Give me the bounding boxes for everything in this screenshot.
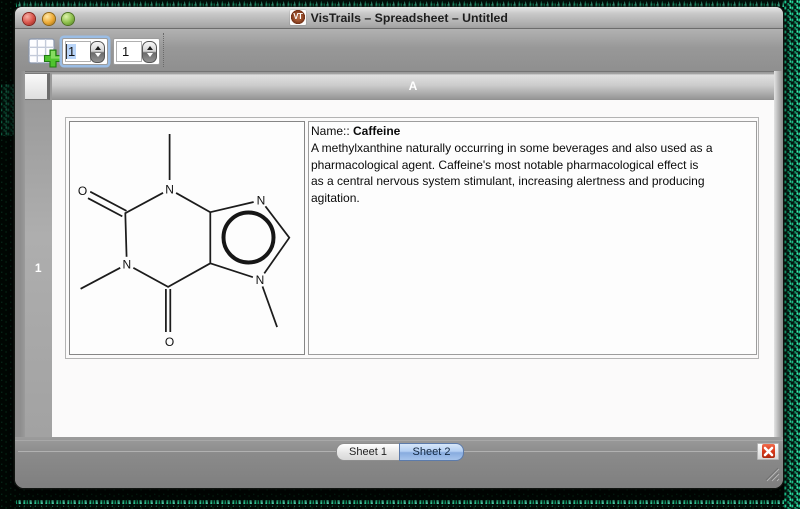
svg-text:N: N [165,183,174,197]
svg-text:O: O [78,184,87,198]
svg-text:O: O [165,335,174,349]
svg-text:N: N [122,258,131,272]
svg-text:N: N [256,273,265,287]
svg-text:N: N [257,194,266,208]
